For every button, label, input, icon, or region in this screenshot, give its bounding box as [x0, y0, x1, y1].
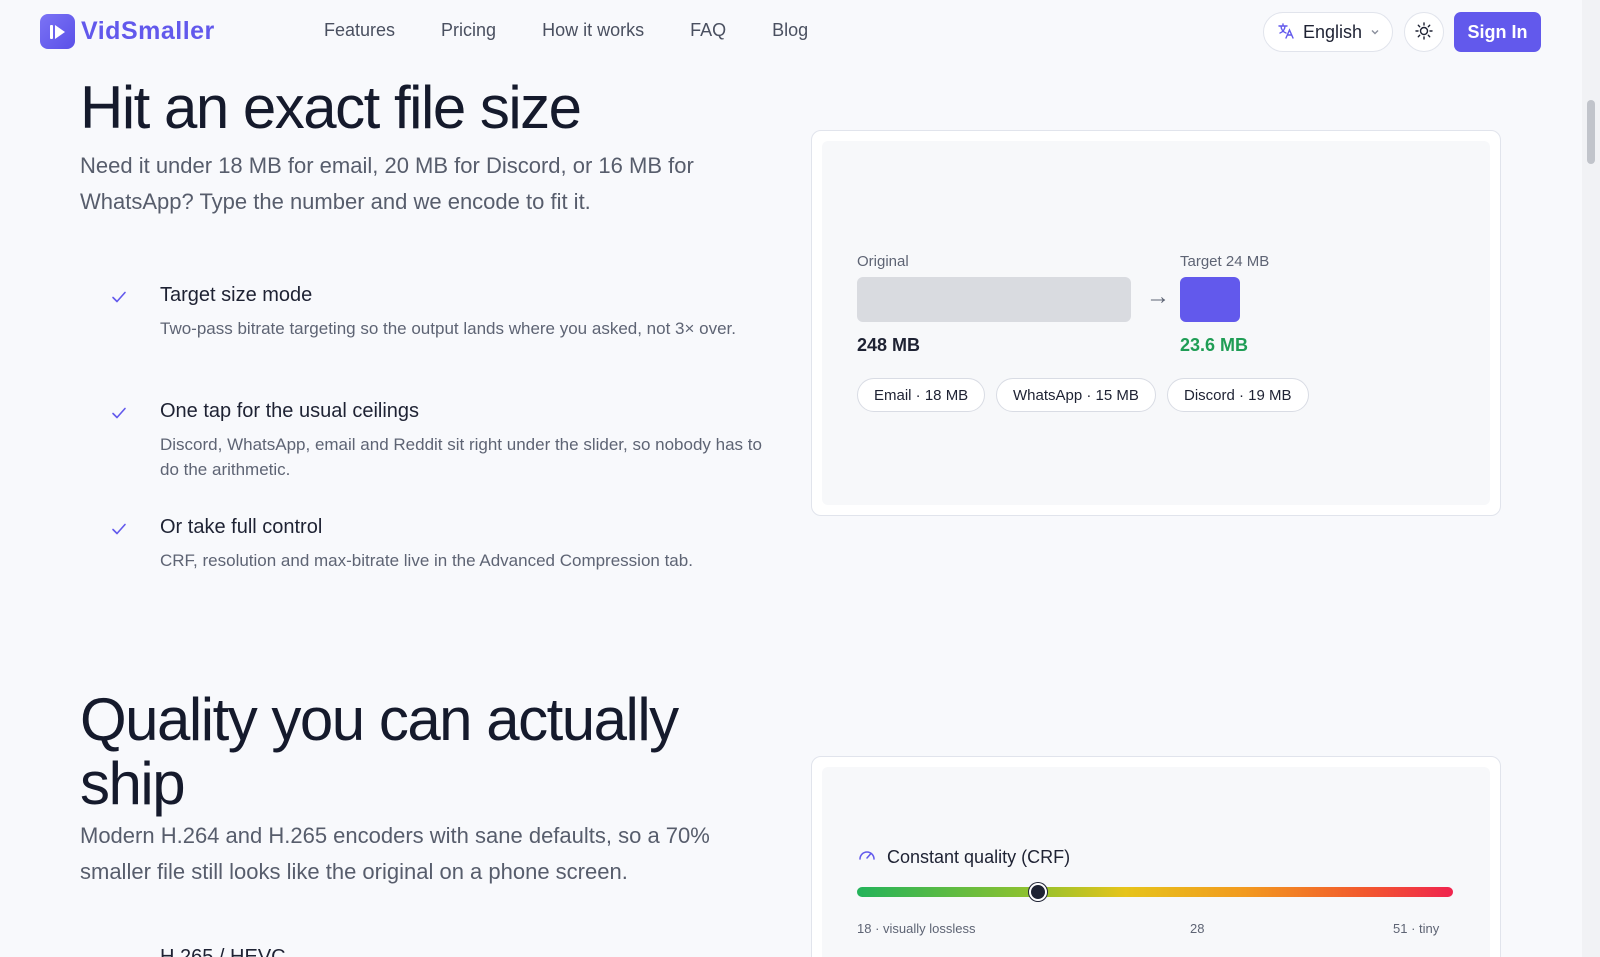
translate-icon: [1277, 22, 1295, 43]
nav-how-it-works[interactable]: How it works: [542, 20, 644, 41]
page-scrollbar[interactable]: [1582, 0, 1600, 957]
crf-slider-thumb[interactable]: [1028, 883, 1047, 901]
preset-discord[interactable]: Discord · 19 MB: [1167, 378, 1309, 412]
theme-toggle[interactable]: [1404, 12, 1444, 52]
section-title-file-size: Hit an exact file size: [80, 74, 582, 141]
feature-title: One tap for the usual ceilings: [160, 400, 420, 422]
crf-slider-track[interactable]: [857, 887, 1453, 897]
target-label: Target 24 MB: [1180, 253, 1270, 270]
nav-blog[interactable]: Blog: [772, 20, 808, 41]
feature-title: H.265 / HEVC: [160, 946, 286, 957]
target-size-bar: [1180, 277, 1240, 322]
section-lead-quality: Modern H.264 and H.265 encoders with san…: [80, 823, 710, 884]
check-icon: [110, 288, 128, 311]
crf-min-label: 18 · visually lossless: [857, 921, 976, 936]
check-icon: [110, 520, 128, 543]
demo-panel: Original → Target 24 MB 248 MB 23.6 MB E…: [822, 141, 1490, 505]
nav-pricing[interactable]: Pricing: [441, 20, 496, 41]
demo-panel: Constant quality (CRF) 18 · visually los…: [822, 767, 1490, 957]
language-label: English: [1303, 21, 1363, 42]
check-icon: [110, 404, 128, 427]
quality-demo-card: Constant quality (CRF) 18 · visually los…: [811, 756, 1501, 957]
play-icon: [40, 14, 75, 49]
file-size-demo-card: Original → Target 24 MB 248 MB 23.6 MB E…: [811, 130, 1501, 516]
crf-heading: Constant quality (CRF): [857, 845, 1070, 870]
brand-name: VidSmaller: [81, 17, 215, 45]
sign-in-button[interactable]: Sign In: [1454, 12, 1541, 52]
arrow-right-icon: →: [1146, 283, 1170, 310]
section-title-line: Quality you can actually: [80, 686, 679, 753]
original-size-bar: [857, 277, 1131, 322]
crf-label: Constant quality (CRF): [887, 847, 1071, 867]
target-size-value: 23.6 MB: [1180, 335, 1249, 355]
section-lead-file-size: Need it under 18 MB for email, 20 MB for…: [80, 153, 694, 214]
feature-title: Target size mode: [160, 284, 313, 306]
crf-max-label: 51 · tiny: [1393, 921, 1440, 936]
preset-whatsapp[interactable]: WhatsApp · 15 MB: [996, 378, 1156, 412]
feature-title: Or take full control: [160, 516, 323, 538]
site-header: VidSmaller Features Pricing How it works…: [0, 0, 1582, 64]
gauge-icon: [857, 845, 877, 870]
section-title-quality: Quality you can actually ship: [80, 686, 679, 817]
nav-features[interactable]: Features: [324, 20, 395, 41]
chevron-down-icon: [1370, 25, 1380, 40]
crf-mid-label: 28: [1190, 921, 1205, 936]
main-nav: Features Pricing How it works FAQ Blog: [324, 20, 854, 41]
nav-faq[interactable]: FAQ: [690, 20, 726, 41]
section-title-line: ship: [80, 750, 186, 817]
original-size-value: 248 MB: [857, 335, 921, 355]
feature-description: Two-pass bitrate targeting so the output…: [160, 319, 736, 338]
logo[interactable]: VidSmaller: [40, 14, 215, 49]
scrollbar-thumb[interactable]: [1587, 100, 1595, 164]
feature-description: CRF, resolution and max-bitrate live in …: [160, 551, 693, 570]
feature-description: Discord, WhatsApp, email and Reddit sit …: [160, 435, 762, 479]
sun-icon: [1414, 21, 1434, 44]
original-label: Original: [857, 253, 909, 270]
language-selector[interactable]: English: [1263, 12, 1393, 52]
preset-email[interactable]: Email · 18 MB: [857, 378, 986, 412]
